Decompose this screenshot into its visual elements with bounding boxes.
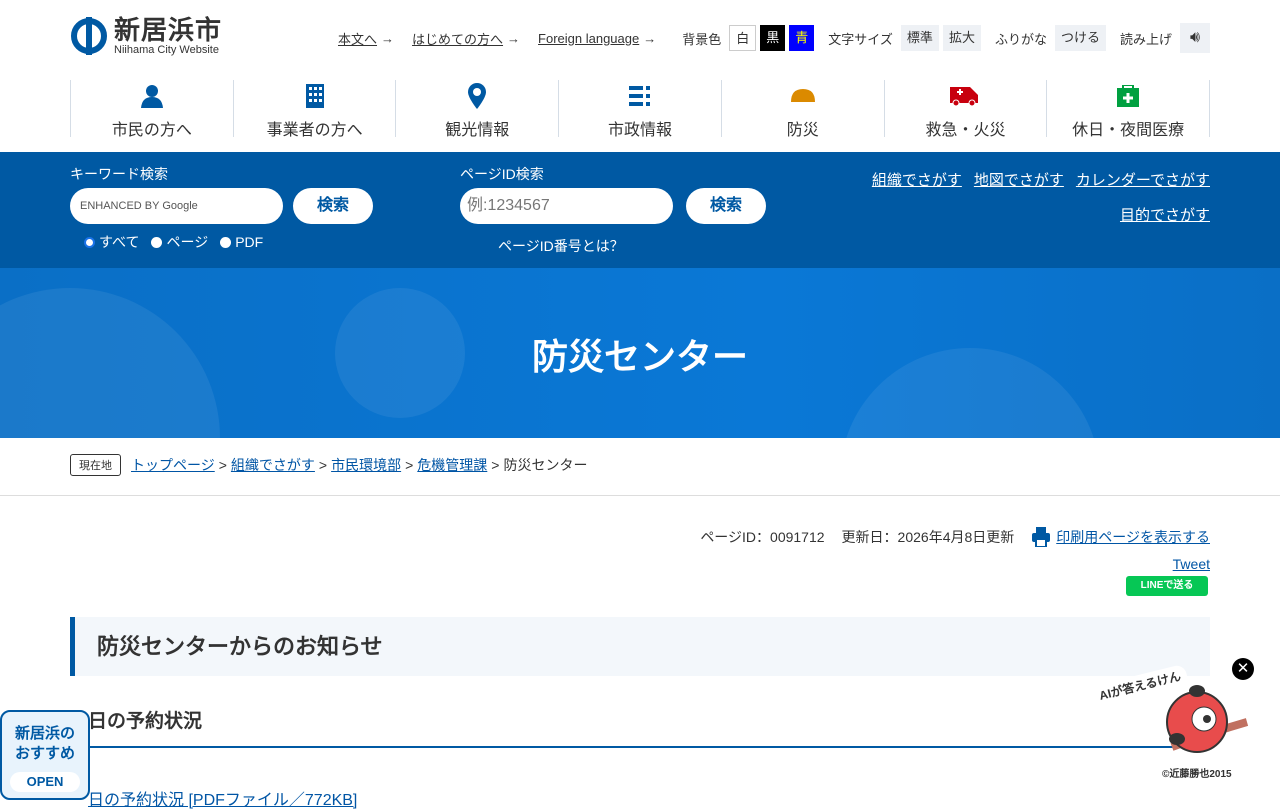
ai-chat-widget[interactable]: AIが答えるけん ✕ ©近藤勝也2015 bbox=[1090, 655, 1260, 785]
pageid-search-label: ページID検索 bbox=[460, 166, 544, 182]
nav-disaster[interactable]: 防災 bbox=[720, 80, 884, 139]
recommend-open-button[interactable]: OPEN bbox=[10, 772, 80, 792]
pageid-search-button[interactable]: 検索 bbox=[686, 188, 766, 224]
search-links: 組織でさがす 地図でさがす カレンダーでさがす 目的でさがす bbox=[860, 169, 1210, 225]
pdf-link[interactable]: 日の予約状況 [PDFファイル／772KB] bbox=[88, 786, 357, 810]
bg-white-button[interactable]: 白 bbox=[729, 25, 757, 51]
recommend-title: 新居浜のおすすめ bbox=[14, 725, 75, 762]
nav-business[interactable]: 事業者の方へ bbox=[232, 80, 396, 139]
breadcrumb: 現在地 トップページ > 組織でさがす > 市民環境部 > 危機管理課 > 防災センター bbox=[70, 454, 587, 476]
nav-label: 観光情報 bbox=[445, 122, 510, 139]
search-scope-radios: すべて ページ PDF bbox=[84, 232, 263, 252]
list-icon bbox=[559, 82, 721, 110]
breadcrumb-link[interactable]: トップページ bbox=[131, 455, 215, 475]
radio-page[interactable]: ページ bbox=[151, 232, 208, 252]
nav-tourism[interactable]: 観光情報 bbox=[395, 80, 558, 139]
arrow-icon: → bbox=[381, 30, 395, 46]
line-share-button[interactable]: LINEで送る bbox=[1126, 576, 1208, 596]
nav-label: 市民の方へ bbox=[111, 122, 192, 139]
nav-label: 休日・夜間医療 bbox=[1072, 122, 1185, 139]
keyword-search-label: キーワード検索 bbox=[70, 166, 168, 182]
font-size-label: 文字サイズ bbox=[828, 31, 893, 47]
breadcrumb-link[interactable]: 市民環境部 bbox=[331, 455, 401, 475]
site-logo[interactable]: 新居浜市 Niihama City Website bbox=[70, 15, 222, 57]
breadcrumb-link[interactable]: 危機管理課 bbox=[417, 455, 487, 475]
person-icon bbox=[71, 82, 233, 110]
mascot-icon bbox=[1166, 685, 1249, 753]
global-nav: 市民の方へ 事業者の方へ 観光情報 市政情報 防災 救急・火災 休日・夜間医療 bbox=[70, 80, 1211, 139]
bg-black-button[interactable]: 黒 bbox=[760, 25, 786, 51]
breadcrumb-link[interactable]: 組織でさがす bbox=[231, 455, 315, 475]
search-by-purpose-link[interactable]: 目的でさがす bbox=[1120, 207, 1210, 224]
search-by-map-link[interactable]: 地図でさがす bbox=[974, 172, 1064, 189]
tweet-link[interactable]: Tweet bbox=[1173, 556, 1210, 572]
print-page-link[interactable]: 印刷用ページを表示する bbox=[1056, 527, 1210, 547]
search-by-org-link[interactable]: 組織でさがす bbox=[872, 172, 962, 189]
pageid-input[interactable]: 例:1234567 bbox=[460, 188, 673, 224]
breadcrumb-separator: > bbox=[218, 457, 227, 473]
page-meta: ページID：0091712 更新日：2026年4月8日更新 印刷用ページを表示す… bbox=[700, 527, 1210, 547]
page-id: ページID：0091712 bbox=[700, 529, 825, 545]
subsection-heading: 日の予約状況 bbox=[88, 706, 1210, 748]
nav-label: 事業者の方へ bbox=[266, 122, 363, 139]
close-icon[interactable]: ✕ bbox=[1232, 658, 1254, 680]
section-heading: 防災センターからのお知らせ bbox=[70, 617, 1210, 676]
map-pin-icon bbox=[396, 82, 558, 110]
mascot-copyright: ©近藤勝也2015 bbox=[1162, 769, 1232, 780]
building-icon bbox=[234, 82, 396, 110]
read-aloud-label: 読み上げ bbox=[1119, 31, 1172, 47]
page-title: 防災センター bbox=[531, 336, 748, 377]
divider bbox=[0, 495, 1280, 496]
city-emblem-icon bbox=[71, 17, 107, 55]
medical-kit-icon bbox=[1047, 82, 1209, 110]
ambulance-icon bbox=[885, 82, 1047, 110]
foreign-language-link[interactable]: Foreign language bbox=[538, 31, 639, 46]
nav-medical[interactable]: 休日・夜間医療 bbox=[1046, 80, 1211, 139]
search-by-calendar-link[interactable]: カレンダーでさがす bbox=[1076, 172, 1210, 189]
printer-icon bbox=[1032, 527, 1051, 547]
radio-pdf[interactable]: PDF bbox=[220, 234, 263, 250]
site-header: 新居浜市 Niihama City Website 本文へ → はじめての方へ → … bbox=[0, 0, 1280, 152]
logo-title: 新居浜市 bbox=[114, 15, 223, 45]
nav-label: 防災 bbox=[786, 122, 819, 139]
arrow-icon: → bbox=[507, 30, 521, 46]
nav-label: 救急・火災 bbox=[925, 122, 1006, 139]
nav-city-info[interactable]: 市政情報 bbox=[558, 80, 721, 139]
nav-citizens[interactable]: 市民の方へ bbox=[70, 80, 233, 139]
breadcrumb-separator: > bbox=[318, 457, 328, 473]
nav-emergency[interactable]: 救急・火災 bbox=[883, 80, 1047, 139]
bg-color-label: 背景色 bbox=[682, 31, 722, 47]
arrow-icon: → bbox=[643, 30, 657, 46]
page-banner: 防災センター bbox=[0, 268, 1280, 438]
furigana-label: ふりがな bbox=[994, 31, 1047, 47]
current-location-badge: 現在地 bbox=[70, 454, 121, 476]
breadcrumb-separator: > bbox=[491, 457, 500, 473]
updated-date: 更新日：2026年4月8日更新 bbox=[841, 529, 1015, 545]
furigana-button[interactable]: つける bbox=[1054, 25, 1106, 51]
font-standard-button[interactable]: 標準 bbox=[900, 25, 939, 51]
skip-to-content-link[interactable]: 本文へ bbox=[338, 29, 377, 48]
pageid-help-link[interactable]: ページID番号とは？ bbox=[498, 236, 624, 256]
font-large-button[interactable]: 拡大 bbox=[942, 25, 981, 51]
logo-subtitle: Niihama City Website bbox=[114, 44, 219, 56]
radio-all[interactable]: すべて bbox=[84, 232, 139, 252]
utility-bar: 本文へ → はじめての方へ → Foreign language → 背景色 白 黒 … bbox=[338, 23, 1210, 53]
keyword-search-button[interactable]: 検索 bbox=[293, 188, 373, 224]
recommend-widget[interactable]: 新居浜のおすすめ OPEN bbox=[0, 710, 90, 800]
first-visit-link[interactable]: はじめての方へ bbox=[412, 29, 503, 48]
nav-label: 市政情報 bbox=[608, 122, 673, 139]
bg-blue-button[interactable]: 青 bbox=[789, 25, 815, 51]
breadcrumb-separator: > bbox=[405, 457, 414, 473]
keyword-search-input[interactable]: ENHANCED BY Google bbox=[70, 188, 283, 224]
speaker-icon[interactable]: 🔊︎ bbox=[1180, 23, 1210, 53]
search-band: キーワード検索 ENHANCED BY Google 検索 すべて ページ PD… bbox=[0, 152, 1280, 268]
breadcrumb-current: 防災センター bbox=[503, 457, 588, 473]
helmet-icon bbox=[722, 82, 884, 110]
